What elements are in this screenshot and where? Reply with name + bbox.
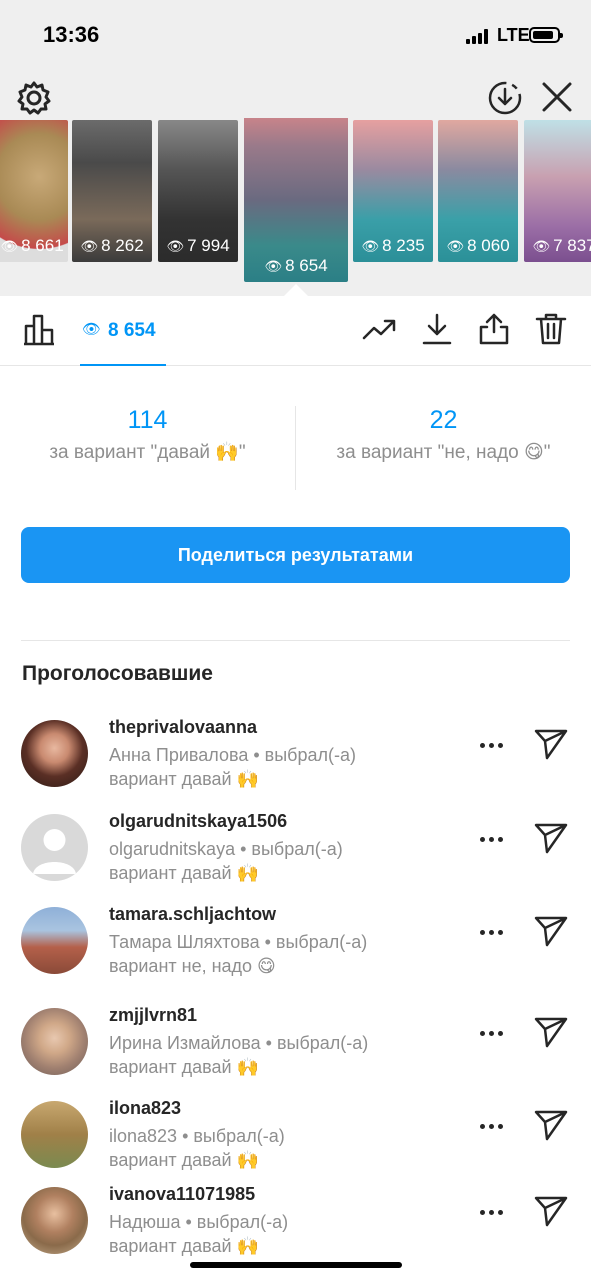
avatar[interactable] — [21, 1101, 88, 1168]
voter-option: вариант давай 🙌 — [109, 769, 259, 789]
voter-name-choice: olgarudnitskaya • выбрал(-а) — [109, 839, 343, 859]
poll-vote-count: 22 — [429, 406, 458, 434]
avatar[interactable] — [21, 1008, 88, 1075]
voter-option: вариант давай 🙌 — [109, 1236, 259, 1256]
eye-icon: 👁 — [361, 238, 380, 254]
voter-row[interactable]: ilona823 ilona823 • выбрал(-а) вариант д… — [0, 1096, 591, 1186]
avatar[interactable] — [21, 1187, 88, 1254]
thumbnail-views: 8 654 — [285, 256, 328, 275]
story-thumbnail[interactable]: 👁 8 262 — [72, 120, 152, 262]
voter-name-choice: Ирина Измайлова • выбрал(-а) — [109, 1033, 369, 1053]
eye-icon: 👁 — [166, 238, 185, 254]
insights-toolbar: 👁 8 654 — [0, 296, 591, 366]
share-results-button[interactable]: Поделиться результатами — [21, 527, 570, 583]
story-thumbnail-selected[interactable]: 👁 8 654 — [244, 118, 348, 282]
share-icon[interactable] — [477, 312, 511, 346]
voter-option: вариант давай 🙌 — [109, 863, 259, 883]
voter-row[interactable]: theprivalovaanna Анна Привалова • выбрал… — [0, 715, 591, 805]
poll-option-result: 22 за вариант "не, надо 😋" — [296, 400, 591, 465]
settings-gear-icon[interactable] — [16, 80, 52, 116]
story-thumbnail[interactable]: 👁 8 235 — [353, 120, 433, 262]
story-thumbnail[interactable]: 👁 8 661 — [0, 120, 68, 262]
download-icon[interactable] — [420, 312, 454, 346]
avatar[interactable] — [21, 907, 88, 974]
avatar[interactable] — [21, 720, 88, 787]
voter-username[interactable]: tamara.schljachtow — [109, 904, 276, 925]
thumbnail-views: 8 661 — [21, 236, 64, 255]
thumbnail-views: 8 060 — [467, 236, 510, 255]
voter-name-choice: Анна Привалова • выбрал(-а) — [109, 745, 356, 765]
more-options-icon[interactable] — [480, 1023, 508, 1043]
send-message-icon[interactable] — [533, 819, 569, 855]
cellular-signal-icon — [466, 28, 492, 44]
voter-row[interactable]: tamara.schljachtow Тамара Шляхтова • выб… — [0, 902, 591, 992]
default-avatar-icon — [33, 829, 76, 874]
poll-option-label: за вариант "не, надо 😋" — [336, 442, 551, 463]
send-message-icon[interactable] — [533, 1013, 569, 1049]
divider — [21, 640, 570, 641]
bar-chart-icon[interactable] — [22, 312, 56, 346]
eye-icon: 👁 — [82, 321, 102, 338]
send-message-icon[interactable] — [533, 1192, 569, 1228]
send-message-icon[interactable] — [533, 725, 569, 761]
poll-option-label: за вариант "давай 🙌" — [49, 442, 246, 463]
poll-vote-count: 114 — [127, 406, 168, 434]
thumbnail-views: 7 994 — [187, 236, 230, 255]
eye-icon: 👁 — [80, 238, 99, 254]
avatar[interactable] — [21, 814, 88, 881]
voter-username[interactable]: zmjjlvrn81 — [109, 1005, 197, 1026]
voter-name-choice: Тамара Шляхтова • выбрал(-а) — [109, 932, 368, 952]
voter-row[interactable]: ivanova11071985 Надюша • выбрал(-а) вари… — [0, 1182, 591, 1272]
viewers-count: 8 654 — [108, 320, 156, 341]
home-indicator — [190, 1262, 402, 1268]
thumbnail-views: 8 262 — [101, 236, 144, 255]
status-time: 13:36 — [43, 22, 100, 47]
close-icon[interactable] — [540, 80, 574, 114]
story-thumbnail[interactable]: 👁 7 837 — [524, 120, 591, 262]
story-viewer-header: 13:36 LTE 👁 8 661 👁 8 262 👁 7 994 👁 8 654 👁 8… — [0, 0, 591, 296]
voter-name-choice: ilona823 • выбрал(-а) — [109, 1126, 285, 1146]
more-options-icon[interactable] — [480, 1202, 508, 1222]
selected-story-pointer — [284, 284, 308, 296]
battery-icon — [529, 27, 563, 43]
eye-icon: 👁 — [532, 238, 551, 254]
status-bar: 13:36 LTE — [0, 0, 591, 70]
send-message-icon[interactable] — [533, 1106, 569, 1142]
more-options-icon[interactable] — [480, 829, 508, 849]
voters-heading: Проголосовавшие — [22, 662, 213, 685]
thumbnail-views: 7 837 — [553, 236, 591, 255]
poll-results: 114 за вариант "давай 🙌" 22 за вариант "… — [0, 400, 591, 496]
eye-icon: 👁 — [446, 238, 465, 254]
more-options-icon[interactable] — [480, 1116, 508, 1136]
voter-username[interactable]: ivanova11071985 — [109, 1184, 255, 1205]
thumbnail-views: 8 235 — [382, 236, 425, 255]
network-label: LTE — [497, 25, 530, 45]
voter-username[interactable]: olgarudnitskaya1506 — [109, 811, 287, 832]
voter-username[interactable]: ilona823 — [109, 1098, 181, 1119]
story-thumbnail[interactable]: 👁 7 994 — [158, 120, 238, 262]
story-thumbnails: 👁 8 661 👁 8 262 👁 7 994 👁 8 654 👁 8 235 👁 8 06… — [0, 118, 591, 284]
voter-username[interactable]: theprivalovaanna — [109, 717, 257, 738]
voter-name-choice: Надюша • выбрал(-а) — [109, 1212, 289, 1232]
viewers-tab[interactable]: 👁 8 654 — [80, 296, 166, 366]
voter-option: вариант не, надо 😋 — [109, 956, 276, 976]
voter-option: вариант давай 🙌 — [109, 1057, 259, 1077]
voter-row[interactable]: olgarudnitskaya1506 olgarudnitskaya • вы… — [0, 809, 591, 899]
more-options-icon[interactable] — [480, 735, 508, 755]
voter-option: вариант давай 🙌 — [109, 1150, 259, 1170]
send-message-icon[interactable] — [533, 912, 569, 948]
eye-icon: 👁 — [0, 238, 19, 254]
more-options-icon[interactable] — [480, 922, 508, 942]
voter-row[interactable]: zmjjlvrn81 Ирина Измайлова • выбрал(-а) … — [0, 1003, 591, 1093]
trash-icon[interactable] — [534, 312, 568, 346]
trending-icon[interactable] — [362, 312, 396, 346]
poll-option-result: 114 за вариант "давай 🙌" — [0, 400, 295, 465]
eye-icon: 👁 — [264, 258, 283, 274]
story-thumbnail[interactable]: 👁 8 060 — [438, 120, 518, 262]
download-circle-icon[interactable] — [487, 80, 523, 116]
